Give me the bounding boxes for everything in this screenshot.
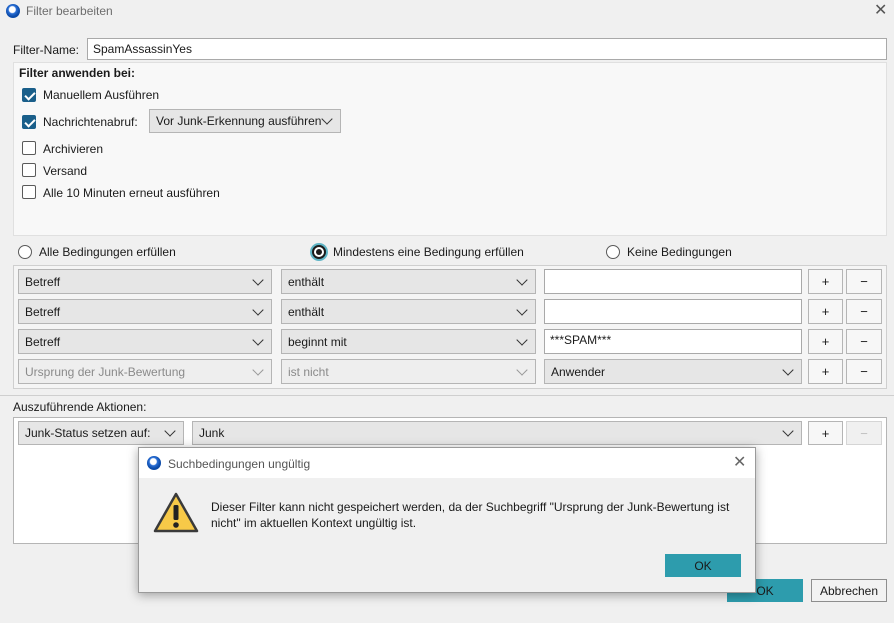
remove-condition-button[interactable]: − bbox=[846, 329, 882, 354]
remove-condition-button[interactable]: − bbox=[846, 269, 882, 294]
match-none-radio[interactable] bbox=[606, 245, 620, 259]
chevron-down-icon bbox=[516, 333, 528, 346]
dialog-message-line2: nicht" im aktuellen Kontext ungültig ist… bbox=[211, 516, 417, 530]
filter-name-label: Filter-Name: bbox=[13, 43, 80, 57]
chevron-down-icon bbox=[252, 333, 264, 346]
match-none-label: Keine Bedingungen bbox=[627, 245, 732, 259]
warning-icon bbox=[153, 492, 199, 533]
chevron-down-icon bbox=[164, 425, 176, 437]
add-condition-button[interactable]: + bbox=[808, 269, 843, 294]
chevron-down-icon bbox=[252, 273, 264, 286]
condition-value-text: Anwender bbox=[551, 364, 606, 379]
match-all-radio[interactable] bbox=[18, 245, 32, 259]
thunderbird-app-icon bbox=[147, 456, 161, 470]
filter-name-input[interactable]: SpamAssassinYes bbox=[87, 38, 887, 60]
dialog-message-line1: Dieser Filter kann nicht gespeichert wer… bbox=[211, 500, 730, 514]
chevron-down-icon bbox=[252, 363, 264, 376]
periodic-label: Alle 10 Minuten erneut ausführen bbox=[43, 186, 220, 200]
condition-attribute-select[interactable]: Betreff bbox=[18, 269, 272, 294]
condition-attribute-value: Betreff bbox=[25, 304, 61, 319]
match-any-label: Mindestens eine Bedingung erfüllen bbox=[333, 245, 524, 259]
action-value-select[interactable]: Junk bbox=[192, 421, 802, 445]
title-bar: Filter bearbeiten ✕ bbox=[0, 0, 894, 22]
add-action-button[interactable]: + bbox=[808, 421, 843, 445]
chevron-down-icon bbox=[252, 303, 264, 316]
apply-heading: Filter anwenden bei: bbox=[19, 66, 136, 80]
thunderbird-app-icon bbox=[6, 4, 20, 18]
condition-attribute-select[interactable]: Betreff bbox=[18, 299, 272, 324]
periodic-checkbox[interactable] bbox=[22, 185, 36, 199]
condition-operator-value: ist nicht bbox=[288, 364, 329, 379]
fetch-checkbox[interactable] bbox=[22, 115, 36, 129]
actions-heading: Auszuführende Aktionen: bbox=[13, 400, 147, 414]
chevron-down-icon bbox=[782, 363, 794, 376]
archive-checkbox[interactable] bbox=[22, 141, 36, 155]
condition-attribute-select[interactable]: Ursprung der Junk-Bewertung bbox=[18, 359, 272, 384]
condition-value-input[interactable] bbox=[544, 299, 802, 324]
add-condition-button[interactable]: + bbox=[808, 299, 843, 324]
send-checkbox[interactable] bbox=[22, 163, 36, 177]
condition-value-input[interactable] bbox=[544, 269, 802, 294]
condition-attribute-value: Betreff bbox=[25, 334, 61, 349]
chevron-down-icon bbox=[516, 363, 528, 376]
cancel-button[interactable]: Abbrechen bbox=[811, 579, 887, 602]
condition-value-select[interactable]: Anwender bbox=[544, 359, 802, 384]
send-label: Versand bbox=[43, 164, 88, 178]
condition-operator-select[interactable]: beginnt mit bbox=[281, 329, 536, 354]
close-icon[interactable]: ✕ bbox=[733, 455, 746, 471]
condition-attribute-value: Betreff bbox=[25, 274, 61, 289]
condition-operator-select[interactable]: enthält bbox=[281, 269, 536, 294]
dialog-ok-button[interactable]: OK bbox=[665, 554, 741, 577]
close-icon[interactable]: ✕ bbox=[874, 3, 887, 19]
chevron-down-icon bbox=[782, 425, 794, 437]
chevron-down-icon bbox=[321, 113, 333, 125]
fetch-label: Nachrichtenabruf: bbox=[43, 115, 138, 129]
chevron-down-icon bbox=[516, 303, 528, 316]
condition-value-input[interactable]: ***SPAM*** bbox=[544, 329, 802, 354]
condition-operator-select[interactable]: enthält bbox=[281, 299, 536, 324]
match-any-radio[interactable] bbox=[312, 245, 326, 259]
remove-action-button[interactable]: − bbox=[846, 421, 882, 445]
condition-attribute-select[interactable]: Betreff bbox=[18, 329, 272, 354]
fetch-timing-value: Vor Junk-Erkennung ausführen bbox=[156, 114, 322, 128]
section-divider bbox=[0, 395, 894, 396]
match-all-label: Alle Bedingungen erfüllen bbox=[39, 245, 176, 259]
condition-attribute-value: Ursprung der Junk-Bewertung bbox=[25, 364, 186, 379]
remove-condition-button[interactable]: − bbox=[846, 299, 882, 324]
condition-operator-value: enthält bbox=[288, 304, 325, 319]
manual-run-checkbox[interactable] bbox=[22, 88, 36, 102]
action-type-select[interactable]: Junk-Status setzen auf: bbox=[18, 421, 184, 445]
manual-run-label: Manuellem Ausführen bbox=[43, 88, 160, 102]
condition-operator-value: enthält bbox=[288, 274, 325, 289]
chevron-down-icon bbox=[516, 273, 528, 286]
action-value-text: Junk bbox=[199, 426, 225, 440]
invalid-conditions-dialog: Suchbedingungen ungültig ✕ Dieser Filter… bbox=[138, 447, 756, 593]
remove-condition-button[interactable]: − bbox=[846, 359, 882, 384]
dialog-title: Suchbedingungen ungültig bbox=[168, 457, 311, 471]
add-condition-button[interactable]: + bbox=[808, 329, 843, 354]
condition-operator-value: beginnt mit bbox=[288, 334, 347, 349]
window-title: Filter bearbeiten bbox=[26, 4, 113, 18]
archive-label: Archivieren bbox=[43, 142, 104, 156]
fetch-timing-select[interactable]: Vor Junk-Erkennung ausführen bbox=[149, 109, 341, 133]
add-condition-button[interactable]: + bbox=[808, 359, 843, 384]
action-type-value: Junk-Status setzen auf: bbox=[25, 426, 151, 440]
condition-operator-select[interactable]: ist nicht bbox=[281, 359, 536, 384]
